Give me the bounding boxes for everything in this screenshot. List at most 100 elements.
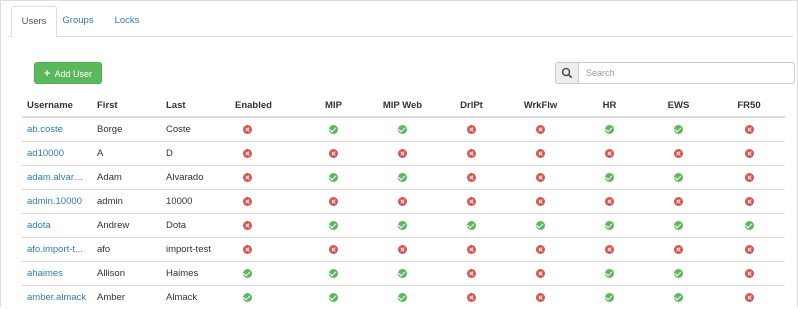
x-circle-icon [745, 125, 754, 134]
table-row[interactable]: ab.costeBorgeCoste [22, 117, 785, 142]
permission-cell [506, 238, 575, 262]
column-header-last[interactable]: Last [161, 94, 230, 117]
permission-cell [437, 238, 506, 262]
column-header-hr[interactable]: HR [575, 94, 644, 117]
permission-cell [644, 262, 713, 286]
username-link[interactable]: amber.almack [27, 292, 87, 303]
users-panel: Users Groups Locks +Add User Username Fi… [0, 0, 798, 307]
column-header-ews[interactable]: EWS [644, 94, 713, 117]
search-input[interactable] [579, 62, 795, 84]
x-circle-icon [674, 149, 683, 158]
x-circle-icon [467, 197, 476, 206]
x-circle-icon [467, 125, 476, 134]
first-name-cell: afo [92, 238, 161, 262]
x-circle-icon [536, 269, 545, 278]
tab-locks[interactable]: Locks [110, 6, 144, 36]
permission-cell [437, 214, 506, 238]
table-row[interactable]: adam.alvaradoAdamAlvarado [22, 166, 785, 190]
permission-cell [437, 117, 506, 142]
first-name-cell: A [92, 142, 161, 166]
permission-cell [437, 190, 506, 214]
check-circle-icon [605, 269, 614, 278]
x-circle-icon [243, 149, 252, 158]
username-link[interactable]: adam.alvarado [27, 172, 87, 183]
table-row[interactable]: ad10000AD [22, 142, 785, 166]
permission-cell [713, 262, 785, 286]
permission-cell [644, 166, 713, 190]
username-link[interactable]: ab.coste [27, 124, 87, 135]
x-circle-icon [243, 173, 252, 182]
last-name-cell: Haimes [161, 262, 230, 286]
permission-cell [299, 117, 368, 142]
tab-bar: Users Groups Locks [8, 6, 793, 37]
permission-cell [575, 214, 644, 238]
permission-cell [713, 117, 785, 142]
permission-cell [299, 214, 368, 238]
x-circle-icon [674, 197, 683, 206]
permission-cell [506, 262, 575, 286]
table-row[interactable]: amber.almackAmberAlmack [22, 286, 785, 309]
tab-groups[interactable]: Groups [58, 6, 98, 36]
first-name-cell: Borge [92, 117, 161, 142]
plus-icon: + [44, 68, 50, 80]
check-circle-icon [605, 173, 614, 182]
x-circle-icon [536, 149, 545, 158]
username-link[interactable]: afo.import-t... [27, 244, 87, 255]
table-row[interactable]: ahaimesAllisonHaimes [22, 262, 785, 286]
x-circle-icon [398, 149, 407, 158]
x-circle-icon [467, 173, 476, 182]
permission-cell [368, 117, 437, 142]
permission-cell [644, 286, 713, 309]
table-row[interactable]: afo.import-t...afoimport-test [22, 238, 785, 262]
tab-users[interactable]: Users [11, 6, 57, 38]
permission-cell [575, 238, 644, 262]
x-circle-icon [745, 149, 754, 158]
username-link[interactable]: ad10000 [27, 148, 87, 159]
last-name-cell: Almack [161, 286, 230, 309]
permission-cell [437, 166, 506, 190]
permission-cell [299, 238, 368, 262]
column-header-fr50[interactable]: FR50 [713, 94, 785, 117]
check-circle-icon [674, 293, 683, 302]
last-name-cell: Dota [161, 214, 230, 238]
permission-cell [644, 142, 713, 166]
permission-cell [575, 142, 644, 166]
last-name-cell: 10000 [161, 190, 230, 214]
table-row[interactable]: admin.10000 admin10000 [22, 190, 785, 214]
permission-cell [713, 286, 785, 309]
first-name-cell: admin [92, 190, 161, 214]
username-link[interactable]: adota [27, 220, 87, 231]
username-cell: adota [22, 214, 92, 238]
column-header-mip[interactable]: MIP [299, 94, 368, 117]
permission-cell [299, 190, 368, 214]
add-user-button[interactable]: +Add User [34, 62, 102, 84]
column-header-enabled[interactable]: Enabled [230, 94, 299, 117]
table-header-row: Username First Last Enabled MIP MIP Web … [22, 94, 785, 117]
check-circle-icon [674, 221, 683, 230]
permission-cell [230, 190, 299, 214]
x-circle-icon [745, 173, 754, 182]
permission-cell [506, 190, 575, 214]
username-link[interactable]: ahaimes [27, 268, 87, 279]
column-header-mip-web[interactable]: MIP Web [368, 94, 437, 117]
column-header-drlpt[interactable]: DrlPt [437, 94, 506, 117]
username-link[interactable]: admin.10000 [27, 196, 87, 207]
column-header-username[interactable]: Username [22, 94, 92, 117]
permission-cell [506, 142, 575, 166]
x-circle-icon [745, 269, 754, 278]
permission-cell [575, 166, 644, 190]
x-circle-icon [745, 197, 754, 206]
table-row[interactable]: adotaAndrewDota [22, 214, 785, 238]
permission-cell [506, 286, 575, 309]
column-header-first[interactable]: First [92, 94, 161, 117]
check-circle-icon [329, 293, 338, 302]
username-cell: admin.10000 [22, 190, 92, 214]
x-circle-icon [467, 293, 476, 302]
permission-cell [230, 166, 299, 190]
column-header-wrkflw[interactable]: WrkFlw [506, 94, 575, 117]
first-name-cell: Adam [92, 166, 161, 190]
search-button[interactable] [555, 62, 579, 84]
permission-cell [230, 238, 299, 262]
check-circle-icon [398, 125, 407, 134]
x-circle-icon [745, 293, 754, 302]
